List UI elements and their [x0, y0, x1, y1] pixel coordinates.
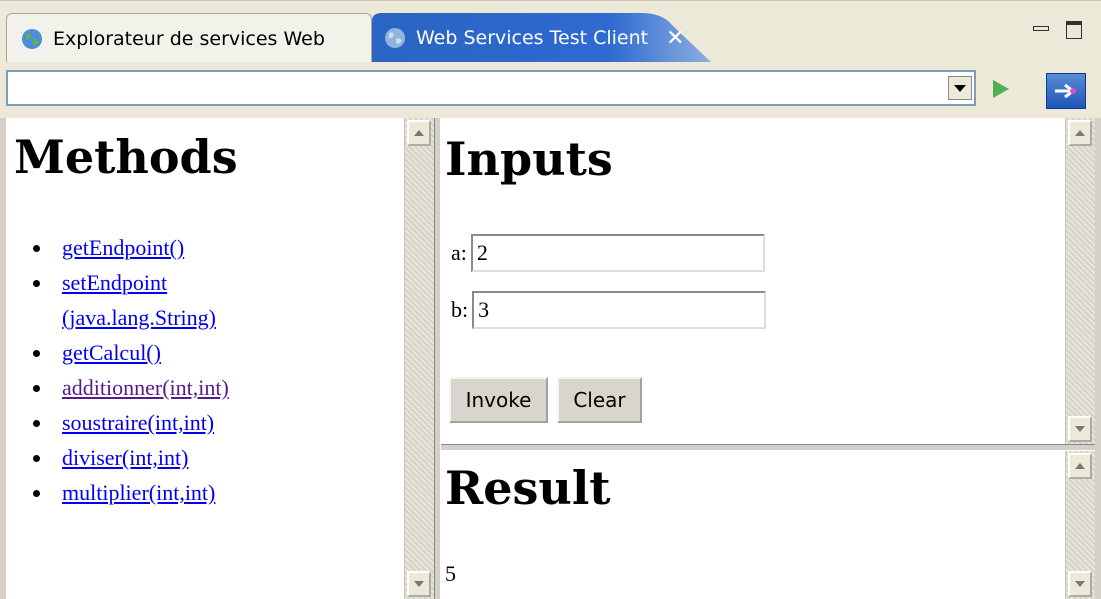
- tab-web-services-test-client[interactable]: Web Services Test Client ✕: [372, 13, 712, 63]
- list-item: setEndpoint (java.lang.String): [33, 265, 229, 335]
- method-link[interactable]: getEndpoint(): [62, 235, 184, 260]
- invoke-button[interactable]: Invoke: [449, 377, 548, 423]
- result-value: 5: [445, 561, 456, 586]
- method-link[interactable]: diviser(int,int): [62, 445, 188, 470]
- list-item: getEndpoint(): [33, 230, 229, 265]
- method-link-text: additionner(int,int): [62, 375, 229, 400]
- arrow-right-icon: [1055, 83, 1076, 99]
- result-scrollbar[interactable]: [1065, 451, 1095, 599]
- inputs-frame: Inputs a: b: Invoke Clear: [441, 118, 1095, 444]
- input-a-row: a:: [451, 234, 765, 272]
- close-icon[interactable]: ✕: [666, 26, 684, 51]
- method-link-text: getCalcul(): [62, 340, 161, 365]
- scroll-down-button[interactable]: [1068, 571, 1092, 597]
- chevron-down-icon: [954, 84, 966, 92]
- chevron-down-icon: [1075, 426, 1085, 432]
- methods-scrollbar[interactable]: [404, 118, 434, 599]
- chevron-down-icon: [1075, 581, 1085, 587]
- result-heading: Result: [445, 461, 611, 515]
- input-b-field[interactable]: [472, 291, 767, 329]
- method-link[interactable]: soustraire(int,int): [62, 410, 214, 435]
- method-list: getEndpoint() setEndpoint (java.lang.Strin…: [33, 230, 229, 510]
- url-input[interactable]: [8, 72, 928, 102]
- input-a-label: a:: [451, 240, 467, 265]
- method-link[interactable]: getCalcul(): [62, 340, 161, 365]
- tab-label: Web Services Test Client: [416, 27, 649, 49]
- methods-heading: Methods: [14, 130, 238, 184]
- url-combobox[interactable]: [6, 70, 976, 106]
- list-item: getCalcul(): [33, 335, 229, 370]
- method-link[interactable]: multiplier(int,int): [62, 480, 215, 505]
- input-b-label: b:: [451, 297, 469, 322]
- vertical-splitter[interactable]: [434, 118, 441, 599]
- chevron-down-icon: [414, 581, 424, 587]
- scroll-down-button[interactable]: [1068, 416, 1092, 442]
- input-b-row: b:: [451, 291, 767, 329]
- chevron-up-icon: [1075, 463, 1085, 469]
- chevron-up-icon: [1075, 130, 1085, 136]
- list-item: soustraire(int,int): [33, 405, 229, 440]
- scroll-up-button[interactable]: [1068, 453, 1092, 479]
- method-link-text: diviser(int,int): [62, 445, 189, 470]
- horizontal-splitter[interactable]: [441, 444, 1095, 451]
- scroll-up-button[interactable]: [407, 120, 431, 146]
- inputs-heading: Inputs: [445, 132, 613, 186]
- tab-bar: Explorateur de services Web Web Services…: [0, 0, 1101, 63]
- list-item: diviser(int,int): [33, 440, 229, 475]
- scroll-up-button[interactable]: [1068, 120, 1092, 146]
- method-link[interactable]: setEndpoint (java.lang.String): [62, 270, 216, 330]
- methods-frame: Methods getEndpoint() setEndpoint (java.la…: [6, 118, 434, 599]
- minimize-icon: [1033, 26, 1049, 31]
- inputs-scrollbar[interactable]: [1065, 118, 1095, 444]
- globe-icon: [22, 28, 42, 49]
- maximize-button[interactable]: [1066, 21, 1086, 39]
- minimize-button[interactable]: [1033, 21, 1053, 37]
- web-service-icon: [385, 28, 405, 48]
- scroll-down-button[interactable]: [407, 571, 431, 597]
- tab-label: Explorateur de services Web: [53, 27, 325, 50]
- list-item: additionner(int,int): [33, 370, 229, 405]
- tab-web-services-explorer[interactable]: Explorateur de services Web: [6, 13, 372, 63]
- method-link-text: setEndpoint: [62, 270, 168, 295]
- play-icon: [993, 80, 1009, 98]
- method-link-text: multiplier(int,int): [62, 480, 216, 505]
- result-frame: Result 5: [441, 451, 1095, 599]
- clear-button[interactable]: Clear: [557, 377, 642, 423]
- chevron-up-icon: [414, 130, 424, 136]
- method-link[interactable]: additionner(int,int): [62, 375, 229, 400]
- navigate-button[interactable]: [1046, 73, 1086, 109]
- method-link-text: getEndpoint(): [62, 235, 185, 260]
- method-link-text-continued: (java.lang.String): [62, 305, 216, 330]
- maximize-icon: [1066, 21, 1082, 39]
- go-button[interactable]: [993, 80, 1015, 102]
- url-dropdown-button[interactable]: [948, 76, 972, 100]
- list-item: multiplier(int,int): [33, 475, 229, 510]
- method-link-text: soustraire(int,int): [62, 410, 215, 435]
- toolbar: [0, 62, 1101, 118]
- input-a-field[interactable]: [470, 234, 765, 272]
